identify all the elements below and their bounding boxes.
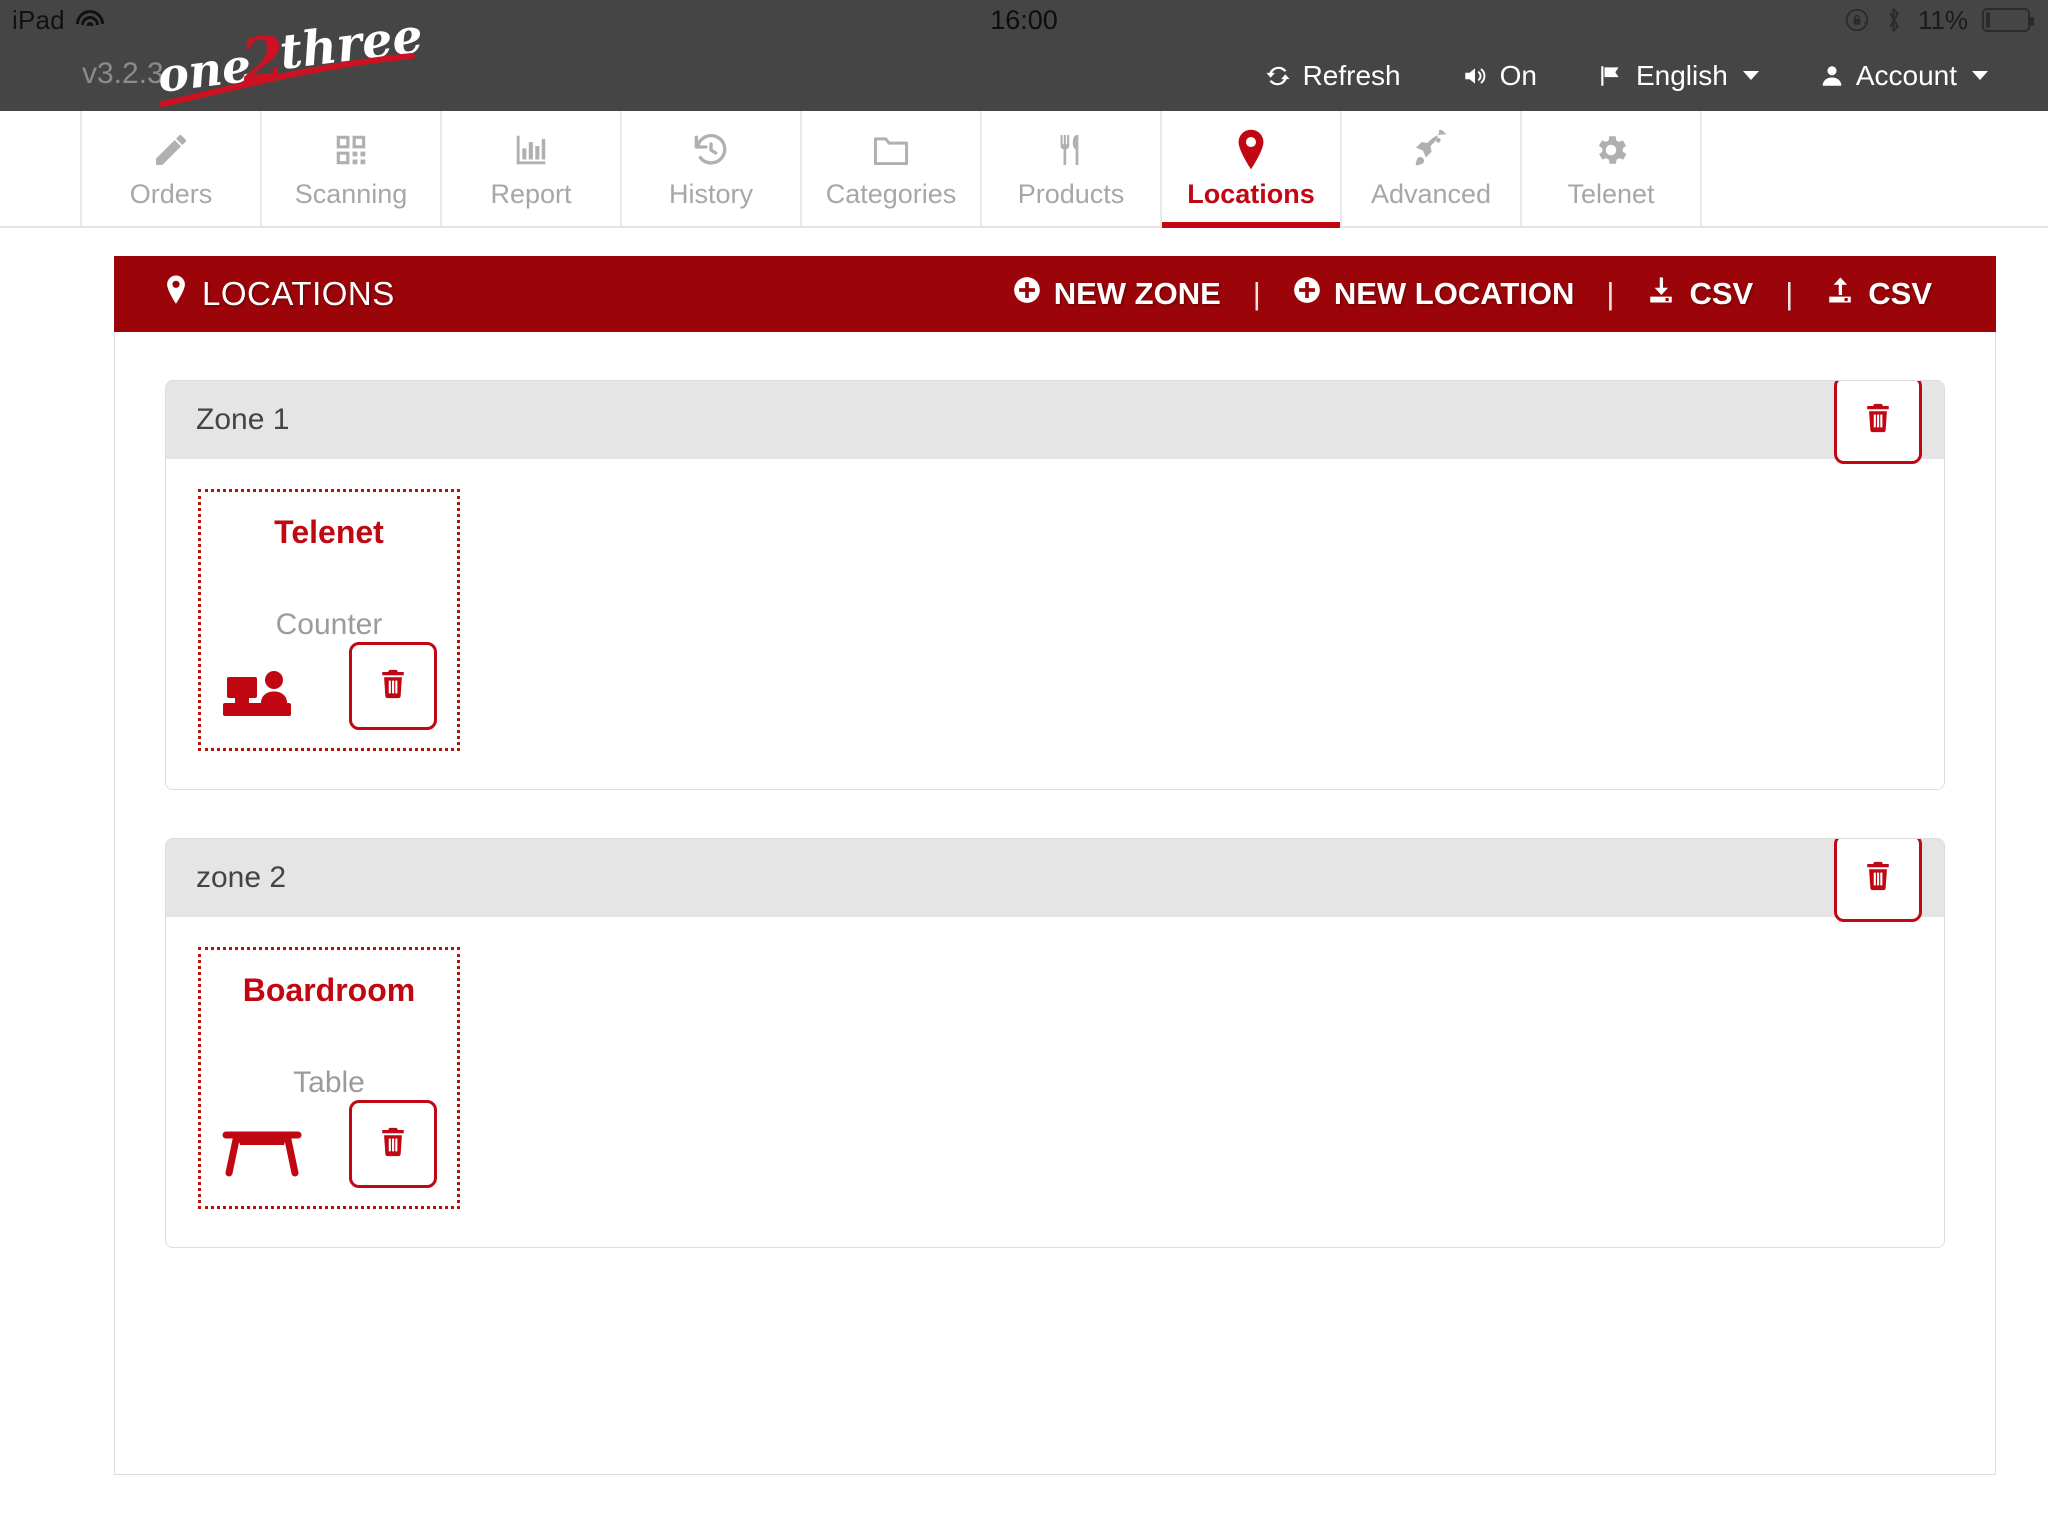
nav-tab-scanning[interactable]: Scanning	[262, 111, 442, 226]
delete-zone-button[interactable]	[1834, 381, 1922, 464]
nav-label-products: Products	[1017, 179, 1125, 209]
zone-name: Zone 1	[196, 403, 290, 436]
nav-label-telenet: Telenet	[1567, 179, 1655, 209]
nav-label-history: History	[668, 179, 753, 209]
nav-tab-telenet[interactable]: Telenet	[1522, 111, 1702, 226]
panel-actions: NEW ZONE | NEW LOCATION | CSV | CSV	[995, 275, 1996, 313]
barchart-icon	[511, 127, 551, 173]
location-type: Table	[293, 1066, 365, 1099]
user-icon	[1819, 63, 1845, 89]
trash-icon	[376, 667, 410, 706]
location-name: Telenet	[274, 514, 384, 550]
sound-state-label: On	[1499, 59, 1537, 91]
chevron-down-icon	[1742, 71, 1759, 80]
battery-icon	[1982, 8, 2034, 32]
nav-label-scanning: Scanning	[294, 179, 408, 209]
refresh-button[interactable]: Refresh	[1234, 60, 1431, 92]
new-location-button[interactable]: NEW LOCATION	[1275, 276, 1593, 312]
upload-csv-label: CSV	[1868, 276, 1932, 311]
nav-left-spacer	[0, 111, 82, 226]
map-pin-icon	[1234, 127, 1268, 173]
nav-tab-orders[interactable]: Orders	[82, 111, 262, 226]
nav-tab-locations[interactable]: Locations	[1162, 111, 1342, 228]
language-label: English	[1635, 59, 1728, 91]
zone-card: zone 2 Boardroom Table	[165, 838, 1945, 1248]
new-location-label: NEW LOCATION	[1333, 276, 1575, 311]
nav-tab-report[interactable]: Report	[442, 111, 622, 226]
chevron-down-icon	[1972, 71, 1988, 80]
pencil-icon	[151, 127, 191, 173]
nav-label-advanced: Advanced	[1370, 179, 1492, 209]
location-tile[interactable]: Telenet Counter	[198, 489, 460, 751]
rotation-lock-icon	[1844, 7, 1870, 33]
folder-icon	[871, 127, 911, 173]
account-label: Account	[1855, 59, 1957, 91]
page-title-label: LOCATIONS	[202, 275, 395, 312]
qrcode-icon	[332, 127, 370, 173]
rocket-icon	[1411, 127, 1451, 173]
zone-body: Boardroom Table	[166, 917, 1944, 1247]
nav-label-orders: Orders	[129, 179, 213, 209]
location-name: Boardroom	[242, 972, 416, 1008]
nav-label-locations: Locations	[1187, 179, 1315, 209]
refresh-icon	[1264, 62, 1292, 90]
trash-icon	[376, 1125, 410, 1164]
counter-icon	[221, 663, 299, 726]
download-icon	[1646, 275, 1676, 313]
zones-list: Zone 1 Telenet Counter zone 2 Boardroom …	[114, 332, 1996, 1248]
zone-body: Telenet Counter	[166, 459, 1944, 789]
delete-location-button[interactable]	[349, 642, 437, 730]
volume-on-icon	[1461, 63, 1489, 89]
cutlery-icon	[1053, 127, 1089, 173]
delete-zone-button[interactable]	[1834, 839, 1922, 922]
nav-tab-advanced[interactable]: Advanced	[1342, 111, 1522, 226]
top-menu: Refresh On English Account	[1234, 40, 2018, 111]
upload-icon	[1825, 275, 1855, 313]
app-logo: one 2 three	[148, 8, 438, 113]
table-icon	[221, 1121, 303, 1184]
upload-csv-button[interactable]: CSV	[1807, 275, 1950, 313]
action-separator: |	[1785, 276, 1794, 311]
zone-header: zone 2	[166, 839, 1944, 922]
nav-tab-products[interactable]: Products	[982, 111, 1162, 226]
new-zone-label: NEW ZONE	[1053, 276, 1221, 311]
zone-header: Zone 1	[166, 381, 1944, 464]
account-menu[interactable]: Account	[1789, 60, 2018, 92]
nav-label-report: Report	[490, 179, 572, 209]
download-csv-button[interactable]: CSV	[1628, 275, 1771, 313]
nav-tab-categories[interactable]: Categories	[802, 111, 982, 226]
nav-tab-history[interactable]: History	[622, 111, 802, 226]
main-navigation: Orders Scanning Report History Categorie…	[0, 111, 2048, 228]
nav-label-categories: Categories	[825, 179, 957, 209]
zone-card: Zone 1 Telenet Counter	[165, 380, 1945, 790]
language-selector[interactable]: English	[1567, 60, 1789, 92]
action-separator: |	[1252, 276, 1261, 311]
new-zone-button[interactable]: NEW ZONE	[995, 276, 1239, 312]
trash-icon	[1861, 859, 1895, 898]
gear-icon	[1592, 127, 1630, 173]
locations-panel-header: LOCATIONS NEW ZONE | NEW LOCATION | CSV …	[114, 256, 1996, 332]
plus-circle-icon	[1013, 276, 1041, 312]
delete-location-button[interactable]	[349, 1100, 437, 1188]
flag-icon	[1597, 63, 1625, 89]
page-title: LOCATIONS	[114, 274, 395, 314]
sound-toggle-button[interactable]: On	[1431, 60, 1567, 92]
app-header: v3.2.3 one 2 three Refresh On English Ac…	[0, 8, 2048, 111]
location-tile[interactable]: Boardroom Table	[198, 947, 460, 1209]
refresh-label: Refresh	[1302, 59, 1401, 91]
download-csv-label: CSV	[1689, 276, 1754, 311]
action-separator: |	[1606, 276, 1615, 311]
zone-name: zone 2	[196, 861, 287, 894]
location-type: Counter	[275, 608, 383, 641]
map-pin-icon	[164, 274, 188, 314]
plus-circle-icon	[1293, 276, 1321, 312]
trash-icon	[1861, 401, 1895, 440]
history-icon	[691, 127, 731, 173]
